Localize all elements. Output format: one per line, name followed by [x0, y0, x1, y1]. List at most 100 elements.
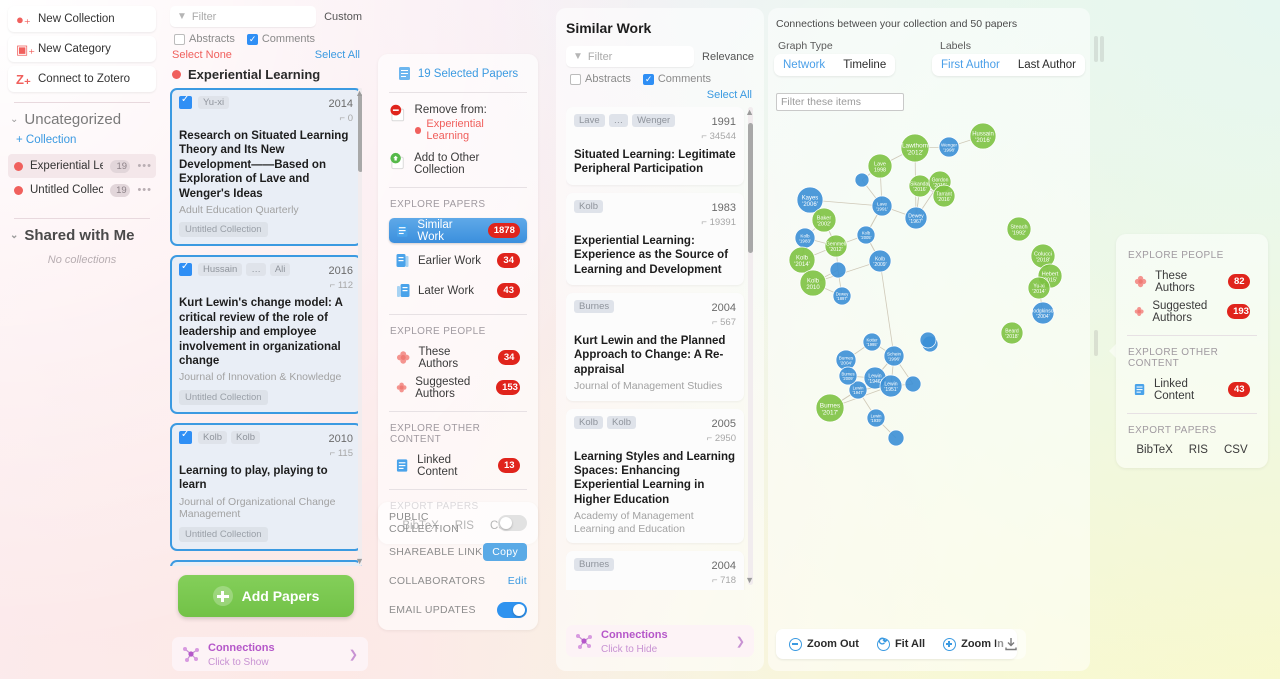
edit-collaborators-button[interactable]: Edit	[508, 575, 527, 587]
graph-labels-segmented[interactable]: First Author Last Author	[932, 54, 1085, 76]
scrollbar-thumb[interactable]	[748, 123, 753, 253]
select-all-button[interactable]: Select All	[315, 49, 360, 61]
graph-node[interactable]: Yu-xi '2014'	[1027, 276, 1051, 300]
similar-paper-card[interactable]: Burnes 2004 ⌐ 718 Kurt Lewin and the pla…	[566, 551, 744, 590]
connections-toggle-left[interactable]: Connections Click to Show ❯	[172, 637, 368, 671]
graph-node[interactable]: Lave '1991'	[871, 195, 893, 217]
papers-filter-input[interactable]: ▼ Filter	[170, 6, 317, 27]
graph-node[interactable]	[904, 375, 922, 393]
graph-node[interactable]: Baker '2002'	[811, 207, 837, 233]
similar-comments-checkbox[interactable]: Comments	[642, 73, 711, 85]
graph-node[interactable]: Kolb '2014'	[788, 246, 816, 274]
graph-node[interactable]	[887, 429, 905, 447]
scroll-up-arrow-icon[interactable]: ▲	[745, 107, 754, 117]
papers-scroll-list[interactable]: Yu-xi 2014 ⌐ 0 Research on Situated Lear…	[170, 88, 362, 566]
connections-toggle-similar[interactable]: Connections Click to Hide ❯	[566, 625, 754, 657]
similar-paper-card[interactable]: Burnes 2004 ⌐ 567 Kurt Lewin and the Pla…	[566, 292, 744, 401]
similar-scrollbar[interactable]: ▲ ▼	[745, 107, 754, 585]
right-explore-other-linked-content[interactable]: Linked Content 43	[1127, 377, 1257, 402]
graph-node-circle[interactable]	[829, 261, 847, 279]
explore-papers-earlier-work[interactable]: Earlier Work 34	[389, 248, 527, 273]
graph-node-circle[interactable]	[854, 172, 870, 188]
paper-select-checkbox[interactable]	[179, 261, 192, 277]
similar-filter-input[interactable]: ▼ Filter	[566, 46, 695, 67]
abstracts-checkbox[interactable]: Abstracts	[174, 33, 235, 45]
similar-abstracts-checkbox[interactable]: Abstracts	[570, 73, 631, 85]
scroll-down-arrow-icon[interactable]: ▼	[745, 575, 754, 585]
scroll-down-arrow-icon[interactable]: ▼	[355, 556, 362, 566]
graph-node[interactable]: Tarrant '2016'	[932, 184, 956, 208]
download-graph-button[interactable]	[996, 629, 1026, 659]
similar-paper-card[interactable]: Kolb Kolb 2005 ⌐ 2950 Learning Styles and…	[566, 408, 744, 544]
graph-node[interactable]: Gemmell '2012'	[824, 234, 848, 258]
email-updates-toggle[interactable]	[497, 601, 527, 618]
explore-papers-later-work[interactable]: Later Work 43	[389, 278, 527, 303]
graph-node[interactable]: Sikandar '2016'	[908, 174, 932, 198]
zoom-out-button[interactable]: Zoom Out	[782, 637, 866, 651]
remove-from-collection-button[interactable]: Remove from: Experiential Learning	[389, 104, 527, 142]
right-explore-people-suggested-authors[interactable]: Suggested Authors 193	[1127, 299, 1257, 324]
label-first-author[interactable]: First Author	[932, 54, 1009, 76]
graph-node[interactable]: Hodgkinson '2004'	[1030, 301, 1057, 325]
graph-filter-input[interactable]: Filter these items	[776, 93, 904, 111]
paper-select-checkbox[interactable]	[179, 429, 192, 444]
paper-card[interactable]: Yu-xi 2014 ⌐ 0 Research on Situated Lear…	[170, 88, 362, 247]
graph-node[interactable]: Kolb '2009'	[868, 249, 892, 273]
graph-type-network[interactable]: Network	[774, 54, 834, 76]
graph-type-segmented[interactable]: Network Timeline	[774, 54, 896, 76]
add-collection-link[interactable]: + Collection	[16, 134, 156, 146]
similar-paper-card[interactable]: Lave… Wenger 1991 ⌐ 34544 Situated Learni…	[566, 107, 744, 185]
scroll-up-arrow-icon[interactable]: ▲	[355, 88, 362, 98]
graph-node[interactable]: Burnes '2009'	[838, 366, 858, 386]
graph-type-timeline[interactable]: Timeline	[834, 54, 895, 76]
graph-node[interactable]: Beard '2018'	[1000, 321, 1024, 345]
graph-node[interactable]: Burnes '2017'	[815, 393, 845, 423]
graph-node[interactable]: Steach '1992'	[1006, 216, 1032, 242]
shared-with-me-header[interactable]: ⌄ Shared with Me	[10, 227, 156, 244]
graph-node[interactable]	[919, 331, 937, 349]
graph-node[interactable]	[854, 172, 870, 188]
papers-scrollbar[interactable]: ▲ ▼	[355, 88, 362, 566]
explore-people-suggested-authors[interactable]: Suggested Authors 153	[389, 375, 527, 400]
collection-menu-icon[interactable]: •••	[137, 160, 152, 172]
graph-nodes[interactable]: Lawthom '2012' Hussain '2016' Wenger '19…	[788, 122, 1063, 447]
label-last-author[interactable]: Last Author	[1009, 54, 1085, 76]
select-none-button[interactable]: Select None	[172, 49, 232, 61]
sidebar-collection-experiential-learning[interactable]: Experiential Learning 19 •••	[8, 154, 156, 178]
similar-scroll-list[interactable]: Lave… Wenger 1991 ⌐ 34544 Situated Learni…	[566, 107, 754, 590]
copy-link-button[interactable]: Copy	[483, 542, 527, 561]
similar-select-all-button[interactable]: Select All	[707, 89, 752, 101]
explore-people-these-authors[interactable]: These Authors 34	[389, 345, 527, 370]
panel-resize-handle[interactable]	[1100, 36, 1104, 62]
paper-select-checkbox[interactable]	[179, 94, 192, 109]
graph-node-circle[interactable]	[919, 331, 937, 349]
graph-node[interactable]: Lave 1998	[867, 153, 893, 179]
collection-menu-icon[interactable]: •••	[137, 184, 152, 196]
explore-other-linked-content[interactable]: Linked Content 13	[389, 453, 527, 478]
paper-card[interactable]: KolbKolb 2010 ⌐ 115 Learning to play, pl…	[170, 422, 362, 551]
graph-node[interactable]: Lawthom '2012'	[900, 133, 930, 163]
graph-node[interactable]: Kolb '2005'	[856, 225, 876, 245]
export-bibtex-button[interactable]: BibTeX	[1136, 444, 1172, 456]
paper-card[interactable]: Baker…Kolb 2002 ⌐ 172 Conversational Lea…	[170, 559, 362, 566]
right-explore-people-these-authors[interactable]: These Authors 82	[1127, 269, 1257, 294]
panel-resize-handle[interactable]	[1094, 36, 1098, 62]
graph-node[interactable]	[829, 261, 847, 279]
paper-card[interactable]: Hussain…Ali 2016 ⌐ 112 Kurt Lewin's chan…	[170, 255, 362, 414]
graph-node-circle[interactable]	[887, 429, 905, 447]
papers-sort-button[interactable]: Custom	[324, 11, 362, 23]
graph-node[interactable]: Lewin '1939'	[866, 408, 886, 428]
similar-paper-card[interactable]: Kolb 1983 ⌐ 19391 Experiential Learning:…	[566, 192, 744, 285]
sidebar-collection-untitled[interactable]: Untitled Collection 19 •••	[8, 178, 156, 202]
explore-papers-similar-work[interactable]: Similar Work 1878	[389, 218, 527, 243]
graph-node[interactable]: Hussain '2016'	[969, 122, 997, 150]
connect-zotero-button[interactable]: Z₊ Connect to Zotero	[8, 66, 156, 92]
graph-node[interactable]: Schein '1996'	[883, 345, 905, 367]
comments-checkbox[interactable]: Comments	[246, 33, 315, 45]
export-csv-button[interactable]: CSV	[1224, 444, 1248, 456]
add-papers-button[interactable]: Add Papers	[178, 575, 354, 617]
graph-node[interactable]: Wenger '1998'	[938, 136, 960, 158]
graph-node[interactable]: Kolb '1983'	[794, 227, 816, 249]
new-category-button[interactable]: ▣₊ New Category	[8, 36, 156, 62]
uncategorized-header[interactable]: ⌄ Uncategorized	[10, 111, 156, 128]
